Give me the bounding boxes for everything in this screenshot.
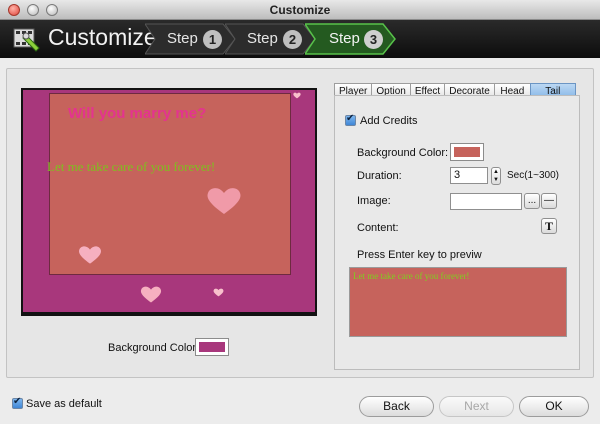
save-as-default-checkbox[interactable]: [12, 396, 23, 409]
title-bar: Customize: [0, 0, 600, 20]
step-2-label: Step: [247, 30, 278, 47]
film-clapper-icon: [13, 28, 40, 52]
swatch-fill: [454, 147, 480, 157]
add-credits-checkbox[interactable]: [345, 113, 356, 126]
remove-image-button[interactable]: —: [541, 193, 557, 209]
save-as-default-label: Save as default: [26, 398, 102, 410]
back-button[interactable]: Back: [359, 396, 434, 417]
preview-credit-text: Let me take care of you forever!: [47, 159, 216, 174]
credits-content-textarea[interactable]: Let me take care of you forever!: [349, 267, 567, 337]
browse-image-button[interactable]: ...: [524, 193, 540, 209]
credits-background-color-label: Background Color:: [357, 147, 449, 159]
ok-button[interactable]: OK: [519, 396, 589, 417]
text-format-button[interactable]: T: [541, 218, 557, 234]
credits-background-color-swatch[interactable]: [450, 143, 484, 161]
next-button[interactable]: Next: [439, 396, 514, 417]
step-2-number: 2: [283, 30, 302, 49]
add-credits-label: Add Credits: [360, 115, 418, 127]
step-3-label: Step: [329, 30, 360, 47]
heart-icon: [207, 188, 241, 214]
window-title: Customize: [269, 3, 331, 17]
preview-background-color-label: Background Color:: [108, 342, 200, 354]
preview-background: [23, 90, 315, 312]
header-title: Customize: [48, 24, 157, 50]
duration-label: Duration:: [357, 170, 402, 182]
duration-input[interactable]: 3: [450, 167, 488, 184]
heart-icon: [293, 92, 301, 99]
step-1-label: Step: [167, 30, 198, 47]
video-preview: [21, 88, 317, 316]
heart-icon: [140, 286, 162, 303]
content-label: Content:: [357, 222, 399, 234]
preview-hint: Press Enter key to previw: [357, 249, 482, 261]
image-path-input[interactable]: [450, 193, 522, 210]
step-3-number: 3: [364, 30, 383, 49]
stepper-up-icon: ▲: [493, 169, 499, 175]
swatch-fill: [199, 342, 225, 352]
heart-icon: [79, 246, 101, 264]
credits-content-text: Let me take care of you forever!: [353, 271, 470, 281]
wizard-header: Customize Step 1 Step 2 Step 3: [0, 20, 600, 58]
preview-title-text: Will you marry me?: [68, 105, 207, 122]
duration-range-hint: Sec(1~300): [507, 170, 559, 181]
stepper-down-icon: ▼: [493, 177, 499, 183]
heart-icon: [213, 288, 224, 297]
step-1-number: 1: [203, 30, 222, 49]
duration-stepper[interactable]: ▲ ▼: [491, 167, 501, 185]
image-label: Image:: [357, 195, 391, 207]
preview-background-color-swatch[interactable]: [195, 338, 229, 356]
